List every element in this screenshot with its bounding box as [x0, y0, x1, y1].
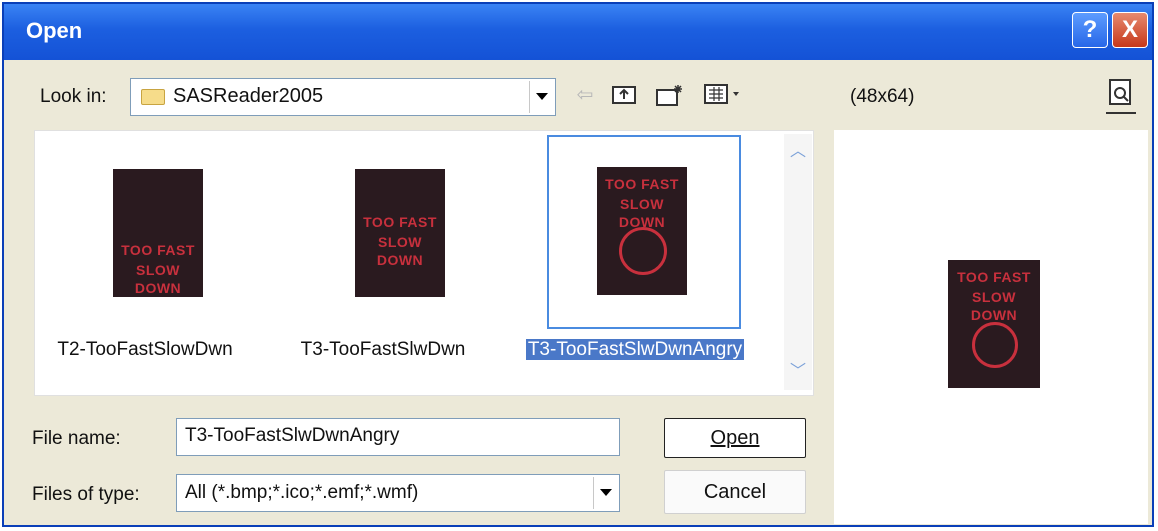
list-item[interactable]: TOO FAST SLOW DOWN T2-TooFastSlowDwn [45, 131, 245, 381]
preview-panel: TOO FAST SLOW DOWN [834, 130, 1148, 524]
folder-icon [141, 89, 165, 105]
file-list[interactable]: TOO FAST SLOW DOWN T2-TooFastSlowDwn TOO… [34, 130, 814, 396]
new-folder-icon[interactable] [654, 82, 686, 110]
selected-file-name: T3-TooFastSlwDwnAngry [525, 339, 745, 360]
thumb-line: SLOW DOWN [618, 196, 666, 230]
file-name-input[interactable]: T3-TooFastSlwDwnAngry [176, 418, 620, 456]
chevron-down-icon[interactable] [593, 477, 617, 509]
look-in-value: SASReader2005 [173, 85, 324, 107]
file-type-label: Files of type: [32, 484, 140, 505]
chevron-down-icon[interactable] [529, 81, 553, 113]
up-one-level-icon[interactable] [610, 82, 638, 110]
chevron-up-icon[interactable]: ︿ [786, 140, 810, 164]
angry-face-icon [972, 322, 1018, 368]
look-in-combo[interactable]: SASReader2005 [130, 78, 556, 116]
thumb-line: TOO FAST [605, 176, 679, 192]
sign-thumbnail: TOO FAST SLOW DOWN [355, 169, 445, 297]
cancel-button[interactable]: Cancel [664, 470, 806, 514]
angry-face-icon [619, 227, 667, 275]
look-in-label: Look in: [40, 86, 107, 107]
views-menu-icon[interactable] [702, 82, 744, 110]
list-item-selected[interactable]: TOO FAST SLOW DOWN T3-TooFastSlwDwnAngry [525, 131, 745, 381]
file-type-value: All (*.bmp;*.ico;*.emf;*.wmf) [185, 482, 419, 503]
sign-thumbnail: TOO FAST SLOW DOWN [113, 169, 203, 297]
file-name-label: T3-TooFastSlwDwn [300, 339, 466, 360]
file-name-label: T3-TooFastSlwDwnAngry [525, 339, 745, 361]
dialog-title: Open [26, 18, 83, 43]
open-button[interactable]: Open [664, 418, 806, 458]
file-name-label: T2-TooFastSlowDwn [57, 339, 233, 360]
title-bar: Open ? X [4, 4, 1152, 60]
list-item[interactable]: TOO FAST SLOW DOWN T3-TooFastSlwDwn [283, 131, 483, 381]
thumb-line: TOO FAST [121, 242, 195, 258]
thumb-line: TOO FAST [363, 214, 437, 230]
preview-icon[interactable] [1106, 78, 1136, 114]
back-arrow-icon[interactable]: ⇦ [572, 82, 598, 110]
preview-thumbnail: TOO FAST SLOW DOWN [948, 260, 1040, 388]
preview-size-label: (48x64) [850, 86, 915, 107]
file-name-label: File name: [32, 428, 121, 449]
file-list-scrollbar[interactable]: ︿ ﹀ [784, 134, 812, 390]
thumb-line: SLOW DOWN [376, 234, 424, 268]
close-button[interactable]: X [1112, 12, 1148, 48]
file-type-combo[interactable]: All (*.bmp;*.ico;*.emf;*.wmf) [176, 474, 620, 512]
chevron-down-icon[interactable]: ﹀ [786, 360, 810, 384]
sign-thumbnail: TOO FAST SLOW DOWN [597, 167, 687, 295]
thumb-line: SLOW DOWN [134, 262, 182, 296]
open-dialog: Open ? X Look in: SASReader2005 ⇦ (48x64… [2, 2, 1154, 527]
preview-line: TOO FAST [957, 269, 1031, 285]
help-button[interactable]: ? [1072, 12, 1108, 48]
open-button-label: Open [710, 427, 760, 449]
preview-line: SLOW DOWN [970, 289, 1018, 323]
